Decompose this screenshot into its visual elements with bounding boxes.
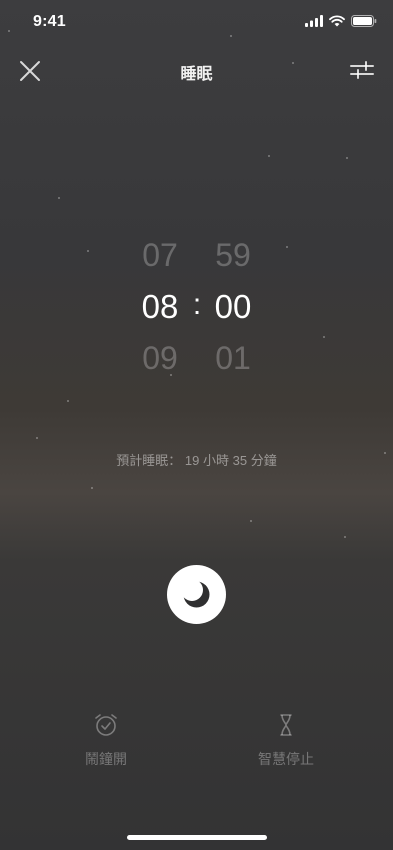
estimate-minutes-unit: 分鐘 bbox=[250, 453, 277, 468]
nav-bar: 睡眠 bbox=[0, 48, 393, 92]
status-icons bbox=[305, 15, 377, 27]
sleep-estimate: 預計睡眠： 19 小時 35 分鐘 bbox=[0, 450, 393, 469]
signal-icon bbox=[305, 15, 323, 27]
battery-icon bbox=[351, 15, 377, 27]
smart-stop-label: 智慧停止 bbox=[258, 751, 314, 767]
settings-button[interactable] bbox=[349, 57, 375, 83]
hour-option[interactable]: 09 bbox=[130, 340, 190, 377]
hour-option[interactable]: 07 bbox=[130, 237, 190, 274]
home-indicator[interactable] bbox=[127, 835, 267, 840]
selected-hour[interactable]: 08 bbox=[130, 288, 190, 326]
alarm-clock-icon bbox=[95, 714, 117, 736]
minute-option[interactable]: 59 bbox=[203, 237, 263, 274]
minute-option[interactable]: 01 bbox=[203, 340, 263, 377]
smart-stop-toggle[interactable]: 智慧停止 bbox=[226, 712, 346, 769]
sliders-icon bbox=[350, 61, 374, 79]
estimate-hours-unit: 小時 bbox=[202, 453, 229, 468]
estimate-label: 預計睡眠： bbox=[116, 453, 182, 468]
moon-icon bbox=[181, 579, 210, 608]
alarm-toggle-label: 鬧鐘開 bbox=[85, 751, 127, 767]
status-time: 9:41 bbox=[33, 13, 66, 30]
page-title: 睡眠 bbox=[180, 66, 213, 83]
wifi-icon bbox=[329, 15, 345, 27]
estimate-hours: 19 bbox=[184, 453, 200, 468]
start-sleep-button[interactable] bbox=[167, 565, 226, 624]
alarm-toggle[interactable]: 鬧鐘開 bbox=[46, 712, 166, 769]
estimate-minutes: 35 bbox=[232, 453, 248, 468]
selected-minute[interactable]: 00 bbox=[203, 288, 263, 326]
wake-time-picker[interactable]: 07 59 08 : 00 09 01 bbox=[0, 232, 393, 382]
hourglass-icon bbox=[280, 714, 292, 736]
status-bar: 9:41 bbox=[0, 0, 393, 44]
